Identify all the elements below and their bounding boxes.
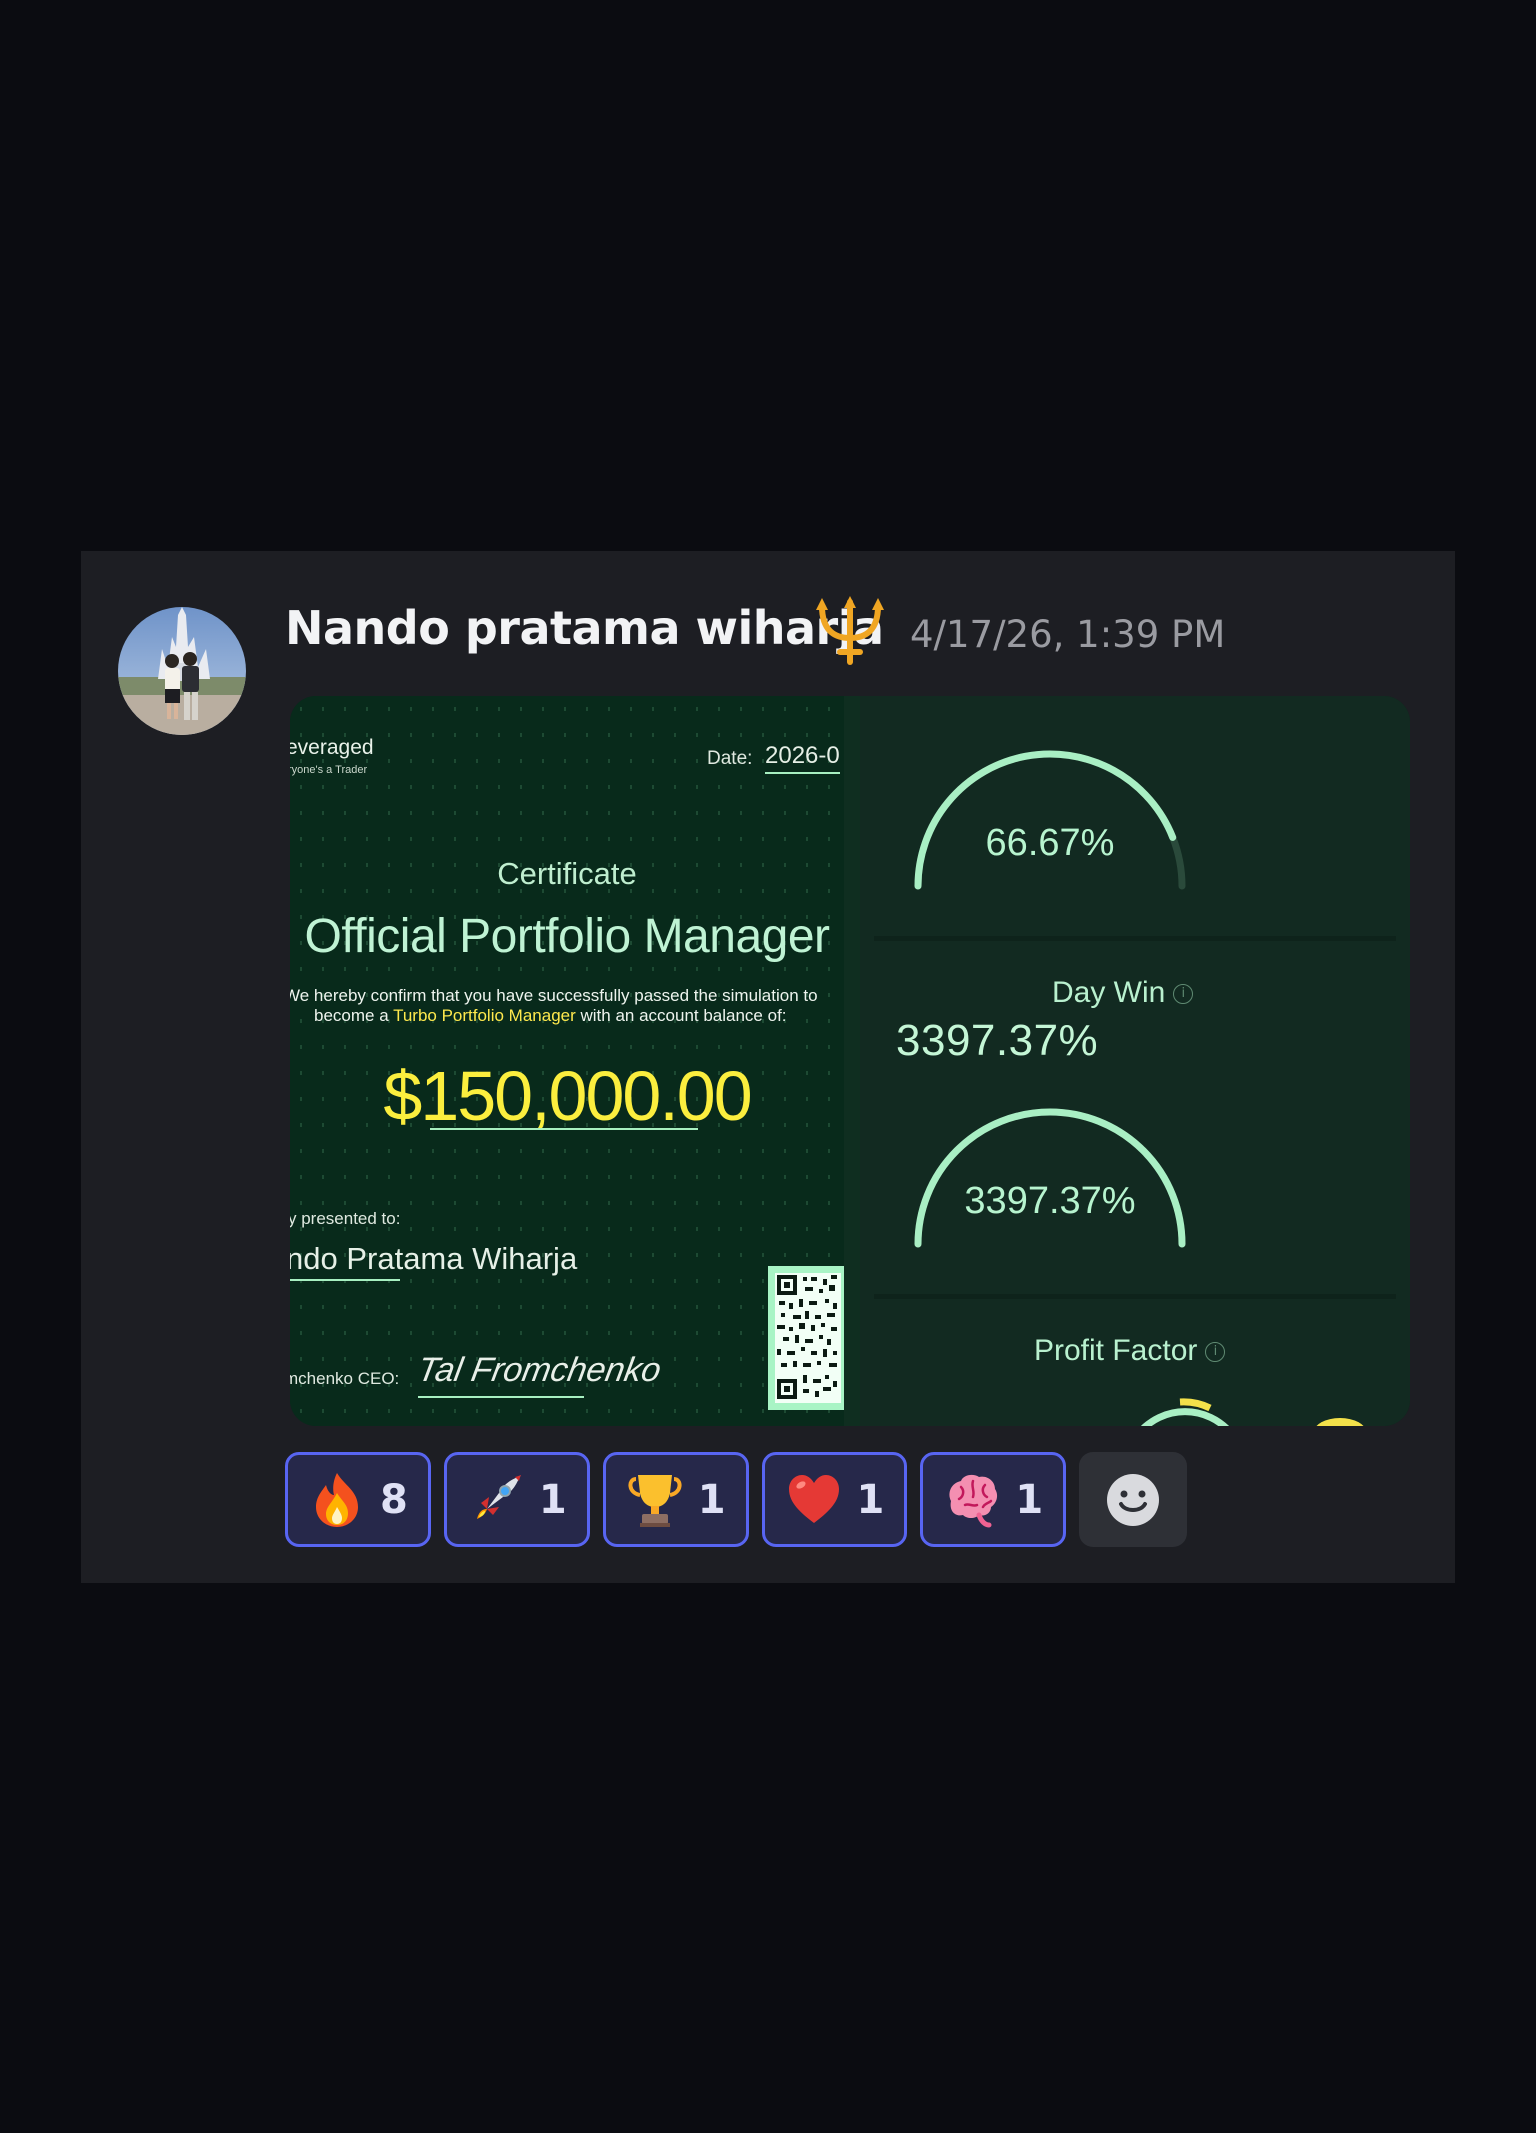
- reaction-count: 1: [1015, 1476, 1044, 1523]
- reaction-trophy[interactable]: 1: [602, 1452, 749, 1547]
- recipient-underline: [290, 1279, 400, 1281]
- image-attachment[interactable]: everaged ryone's a Trader Date: 2026-0 C…: [290, 696, 1410, 1426]
- reaction-count: 1: [697, 1476, 726, 1523]
- panel-separator: [874, 936, 1396, 941]
- author-name[interactable]: Nando pratama wiharja: [285, 601, 884, 655]
- reaction-rocket[interactable]: 1: [443, 1452, 590, 1547]
- certificate-presented-label: y presented to:: [290, 1209, 401, 1228]
- certificate-recipient: ndo Pratama Wiharja: [290, 1241, 578, 1276]
- certificate-title: Official Portfolio Manager: [304, 910, 830, 963]
- top-gauge: [914, 750, 1186, 890]
- day-win-gauge: [914, 1108, 1186, 1248]
- avatar[interactable]: [118, 607, 246, 735]
- certificate-date-label: Date:: [707, 748, 753, 769]
- reaction-count: 1: [538, 1476, 567, 1523]
- certificate-image: everaged ryone's a Trader Date: 2026-0 C…: [290, 696, 844, 1426]
- reaction-fire[interactable]: 8: [285, 1452, 431, 1547]
- timestamp: 4/17/26, 1:39 PM: [910, 613, 1226, 656]
- trident-icon: [816, 596, 884, 665]
- stats-image: 66.67% 66.67% Day Wini 3397.37% 3397.37%…: [860, 696, 1410, 1426]
- heart-emoji-icon: [788, 1474, 839, 1523]
- confirm-highlight: Turbo Portfolio Manager: [393, 1006, 576, 1025]
- signature-underline: [418, 1396, 584, 1398]
- reaction-count: 8: [380, 1476, 408, 1523]
- add-reaction-button[interactable]: [1079, 1452, 1188, 1547]
- avatar-photo: [118, 607, 246, 735]
- certificate-brand: everaged: [290, 736, 374, 759]
- profit-factor-gauge: [1140, 1398, 1364, 1426]
- brain-emoji-icon: [949, 1474, 998, 1527]
- top-gauge-value: 66.67%: [985, 822, 1115, 864]
- reaction-brain[interactable]: 1: [920, 1452, 1067, 1547]
- day-win-value: 3397.37%: [896, 1016, 1099, 1065]
- day-win-gauge-value: 3397.37%: [964, 1180, 1136, 1222]
- day-win-label: Day Win i: [1052, 976, 1194, 1010]
- certificate-kicker: Certificate: [497, 856, 637, 891]
- profit-factor-label: Profit Factor i: [1034, 1334, 1226, 1368]
- info-icon[interactable]: i: [1205, 1342, 1226, 1363]
- certificate-signature: Tal Fromchenko: [414, 1351, 664, 1389]
- certificate-confirm-line: We hereby confirm that you have successf…: [290, 986, 818, 1005]
- certificate-confirm-line-2: become a Turbo Portfolio Manager with an…: [314, 1006, 787, 1026]
- rocket-emoji-icon: [476, 1474, 521, 1519]
- confirm-post: with an account balance of:: [575, 1006, 787, 1025]
- fire-emoji-icon: [316, 1472, 358, 1527]
- profit-factor-label-text: Profit Factor: [1034, 1334, 1198, 1367]
- reaction-count: 1: [856, 1476, 885, 1523]
- smiley-icon: [1107, 1473, 1160, 1526]
- qr-code: [768, 1266, 844, 1410]
- info-icon[interactable]: i: [1173, 984, 1194, 1005]
- certificate-amount: $150,000.00: [383, 1057, 752, 1135]
- reactions-bar: 8 1 1 1 1: [285, 1452, 1188, 1547]
- image-divider: [844, 696, 860, 1426]
- certificate-brand-tagline: ryone's a Trader: [290, 764, 368, 776]
- certificate-date-value: 2026-0: [765, 742, 840, 774]
- confirm-pre: become a: [314, 1006, 394, 1025]
- day-win-label-text: Day Win: [1052, 976, 1166, 1009]
- certificate-ceo-label: mchenko CEO:: [290, 1369, 400, 1388]
- amount-underline: [430, 1128, 698, 1130]
- trophy-emoji-icon: [628, 1474, 682, 1527]
- reaction-heart[interactable]: 1: [761, 1452, 908, 1547]
- panel-separator: [874, 1294, 1396, 1299]
